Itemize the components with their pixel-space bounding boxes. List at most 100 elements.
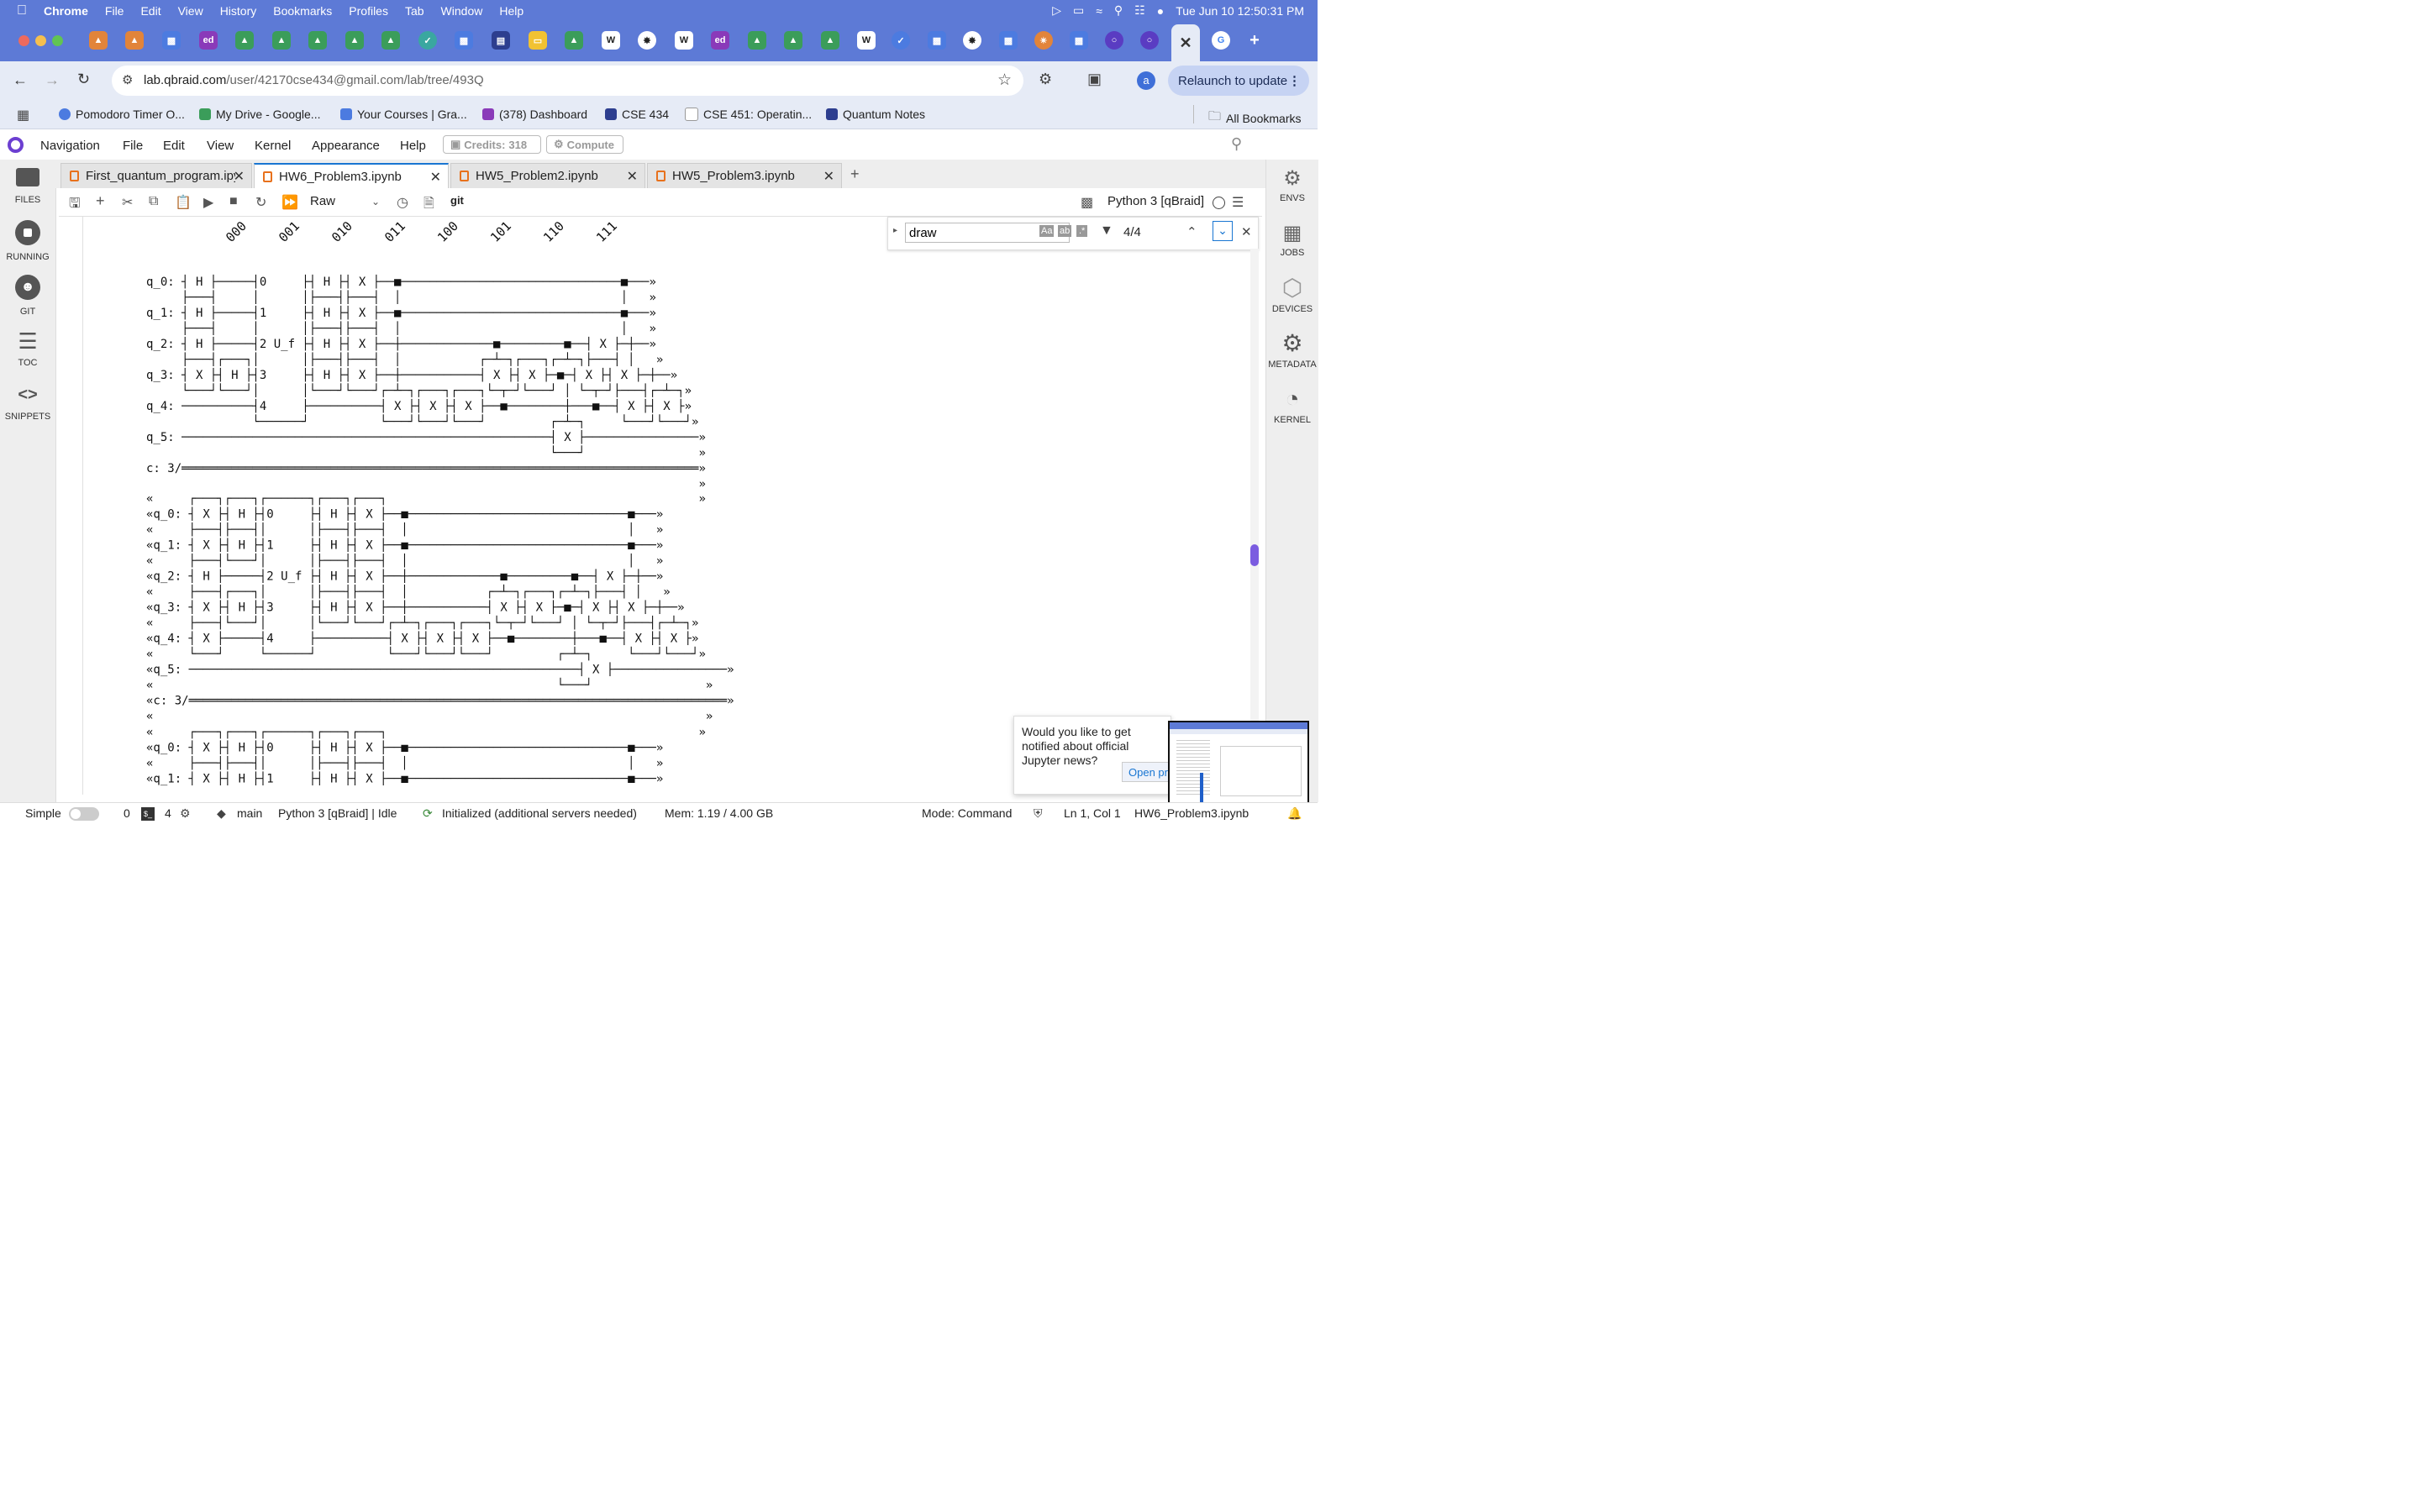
tab-ed-icon[interactable]: ed [199, 31, 218, 50]
profile-avatar[interactable]: a [1137, 71, 1155, 90]
url-text[interactable]: lab.qbraid.com/user/42170cse434@gmail.co… [144, 73, 484, 87]
close-tab-icon[interactable]: ✕ [430, 169, 441, 186]
battery-icon[interactable]: ▭ [1073, 3, 1084, 18]
close-tab-icon[interactable]: ✕ [627, 168, 638, 185]
cell-type-select[interactable]: Raw [310, 194, 335, 208]
tab-drive-icon[interactable]: ▲ [345, 31, 364, 50]
tab-cse-icon[interactable]: ▤ [492, 31, 510, 50]
tab-qbraid-icon[interactable]: ○ [1105, 31, 1123, 50]
menu-file[interactable]: File [105, 4, 124, 18]
history-icon[interactable]: ◷ [397, 194, 408, 211]
doc-tab[interactable]: First_quantum_program.ipynb ✕ [60, 163, 252, 188]
menu-profiles[interactable]: Profiles [349, 4, 388, 18]
kernel-count[interactable]: 4 [165, 806, 171, 820]
cursor-position[interactable]: Ln 1, Col 1 [1064, 806, 1121, 820]
sidebar-running[interactable]: RUNNING [0, 220, 55, 262]
terminal-icon[interactable]: $_ [141, 807, 155, 821]
forward-icon[interactable]: → [45, 71, 60, 89]
menu-bookmarks[interactable]: Bookmarks [273, 4, 332, 18]
apps-grid-icon[interactable]: ▦ [17, 107, 29, 123]
notebook-panel[interactable]: 000 001 010 011 100 101 110 111 q_0: ┤ H ├─────┤… [59, 217, 1262, 795]
close-find-icon[interactable]: ✕ [1241, 224, 1252, 239]
more-menu-icon[interactable]: ⋮ [1288, 73, 1301, 88]
notebook-scrollbar[interactable] [1250, 249, 1259, 795]
search-icon[interactable]: ⚲ [1231, 135, 1242, 153]
tab-drive-icon[interactable]: ▲ [381, 31, 400, 50]
menu-file[interactable]: File [123, 139, 143, 153]
lsp-status[interactable]: Initialized (additional servers needed) [442, 806, 637, 820]
open-privacy-button[interactable]: Open privacy policy [1122, 762, 1171, 782]
kernel-status[interactable]: Python 3 [qBraid] | Idle [278, 806, 397, 820]
git-branch[interactable]: main [237, 806, 262, 820]
close-tab-icon[interactable]: ✕ [234, 168, 245, 185]
menu-appearance[interactable]: Appearance [312, 139, 380, 153]
credits-chip[interactable]: ▣ Credits: 318 [443, 135, 541, 154]
tab-drive-icon[interactable]: ▲ [565, 31, 583, 50]
clock[interactable]: Tue Jun 10 12:50:31 PM [1176, 4, 1304, 18]
tab-drive-icon[interactable]: ▲ [784, 31, 802, 50]
terminal-count[interactable]: 0 [124, 806, 130, 820]
simple-mode-toggle[interactable] [69, 807, 99, 821]
stop-icon[interactable]: ■ [229, 194, 238, 209]
close-tab-icon[interactable]: ✕ [823, 168, 834, 185]
sidebar-kernel[interactable]: ◔ KERNEL [1266, 383, 1318, 425]
screenshot-thumbnail[interactable] [1168, 721, 1309, 815]
doc-tab[interactable]: HW5_Problem2.ipynb ✕ [450, 163, 645, 188]
menu-window[interactable]: Window [441, 4, 483, 18]
insert-cell-icon[interactable]: + [96, 192, 105, 210]
tab-drive-icon[interactable]: ▲ [235, 31, 254, 50]
bookmark-quantum-notes[interactable]: Quantum Notes [826, 108, 925, 121]
tab-chart-icon[interactable]: ▩ [455, 31, 473, 50]
control-center-icon[interactable]: ☷ [1134, 3, 1145, 18]
tab-ed-icon[interactable]: ed [711, 31, 729, 50]
paste-icon[interactable]: 📋 [175, 194, 192, 211]
menu-edit[interactable]: Edit [163, 139, 185, 153]
sidebar-envs[interactable]: ⚙ ENVS [1266, 165, 1318, 203]
tab-chatgpt-icon[interactable]: ✸ [638, 31, 656, 50]
menu-tab[interactable]: Tab [405, 4, 424, 18]
tab-google-icon[interactable]: G [1212, 31, 1230, 50]
menu-lines-icon[interactable]: ☰ [1232, 194, 1244, 211]
menu-help[interactable]: Help [400, 139, 426, 153]
site-settings-icon[interactable]: ⚙ [122, 72, 133, 87]
chevron-down-icon[interactable]: ⌄ [371, 196, 380, 207]
reload-icon[interactable]: ↻ [77, 71, 90, 88]
new-tab-button[interactable]: + [1245, 31, 1264, 50]
menu-help[interactable]: Help [499, 4, 523, 18]
sidebar-metadata[interactable]: ⚙ METADATA [1266, 328, 1318, 370]
git-button[interactable]: git [450, 194, 464, 207]
qbraid-logo-icon[interactable] [8, 137, 24, 153]
menu-kernel[interactable]: Kernel [255, 139, 291, 153]
bookmark-pomodoro[interactable]: Pomodoro Timer O... [59, 108, 185, 121]
save-icon[interactable]: 🖫 [69, 194, 81, 217]
tab-chatgpt-icon[interactable]: ✸ [963, 31, 981, 50]
compute-chip[interactable]: ⚙ Compute [546, 135, 623, 154]
tab-wikipedia-icon[interactable]: W [675, 31, 693, 50]
sidebar-jobs[interactable]: ▦ JOBS [1266, 219, 1318, 258]
sidebar-files[interactable]: FILES [0, 168, 55, 205]
filter-icon[interactable]: ▼ [1100, 223, 1113, 239]
back-icon[interactable]: ← [13, 71, 28, 89]
tab-gitlab-icon[interactable]: ▲ [89, 31, 108, 50]
menu-history[interactable]: History [220, 4, 257, 18]
tab-chart-icon[interactable]: ▩ [999, 31, 1018, 50]
siri-icon[interactable]: ● [1157, 4, 1164, 18]
tab-chart-icon[interactable]: ▩ [162, 31, 181, 50]
scrollbar-thumb[interactable] [1250, 544, 1259, 566]
sidebar-git[interactable]: ☻ GIT [0, 275, 55, 317]
play-icon[interactable]: ▷ [1052, 3, 1061, 18]
menu-navigation[interactable]: Navigation [40, 139, 100, 153]
document-icon[interactable]: 🗎 [424, 194, 434, 217]
previous-match-icon[interactable]: ⌃ [1186, 224, 1197, 239]
tab-drive-icon[interactable]: ▲ [748, 31, 766, 50]
bookmark-courses[interactable]: Your Courses | Gra... [340, 108, 467, 121]
bookmark-star-icon[interactable]: ☆ [997, 71, 1012, 90]
tab-search-icon[interactable]: ▣ [1087, 71, 1102, 88]
tab-wikipedia-icon[interactable]: W [857, 31, 876, 50]
fast-forward-icon[interactable]: ⏩ [281, 194, 298, 211]
run-icon[interactable]: ▶ [203, 194, 213, 211]
whole-word-icon[interactable]: ab [1058, 225, 1072, 237]
sidebar-snippets[interactable]: <> SNIPPETS [0, 383, 55, 422]
active-tab-close-icon[interactable]: ✕ [1171, 24, 1200, 61]
tab-gitlab-icon[interactable]: ▲ [125, 31, 144, 50]
